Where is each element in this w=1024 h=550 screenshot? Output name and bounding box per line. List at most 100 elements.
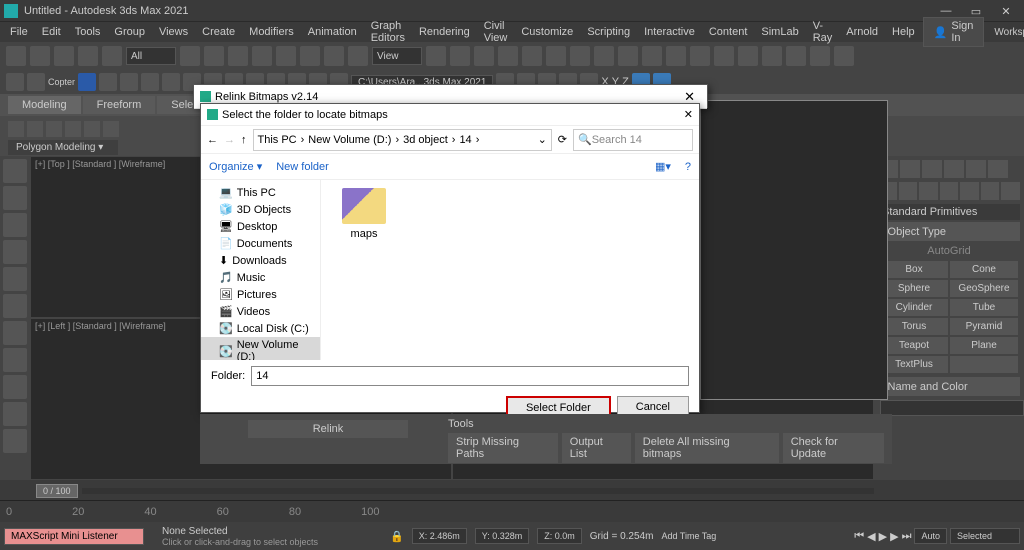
minimize-button[interactable]: — xyxy=(940,5,952,17)
name-color-rollout[interactable]: ▸ Name and Color xyxy=(878,377,1020,396)
check-update-button[interactable]: Check for Update xyxy=(783,433,884,463)
tree-item[interactable]: 💻 This PC xyxy=(201,184,320,201)
time-slider-knob[interactable]: 0 / 100 xyxy=(36,484,78,498)
save-icon[interactable] xyxy=(27,73,45,91)
tree-item[interactable]: 🎬 Videos xyxy=(201,303,320,320)
select-name-icon[interactable] xyxy=(204,46,224,66)
prev-frame-icon[interactable]: ◀ xyxy=(867,530,875,543)
primitives-dropdown[interactable]: Standard Primitives xyxy=(878,204,1020,220)
tree-item[interactable]: 💽 Local Disk (C:) xyxy=(201,320,320,337)
render-setup-icon[interactable] xyxy=(762,46,782,66)
pyramid-button[interactable]: Pyramid xyxy=(950,318,1018,335)
ribbon-tab-modeling[interactable]: Modeling xyxy=(8,96,81,114)
undo-icon[interactable] xyxy=(6,46,26,66)
lights-icon[interactable] xyxy=(919,182,938,200)
left-tool-icon[interactable] xyxy=(3,186,27,210)
menu-graph-editors[interactable]: Graph Editors xyxy=(365,18,411,46)
menu-content[interactable]: Content xyxy=(703,24,754,40)
coord-y[interactable]: Y: 0.328m xyxy=(475,528,530,544)
manipulate-icon[interactable] xyxy=(450,46,470,66)
organize-menu[interactable]: Organize ▾ xyxy=(209,160,262,173)
menu-vray[interactable]: V-Ray xyxy=(807,18,839,46)
spinner-snap-icon[interactable] xyxy=(546,46,566,66)
link-icon[interactable] xyxy=(54,46,74,66)
open-icon[interactable] xyxy=(6,73,24,91)
close-icon[interactable]: ✕ xyxy=(684,108,693,121)
time-slider-track[interactable] xyxy=(82,488,874,494)
left-tool-icon[interactable] xyxy=(3,267,27,291)
percent-snap-icon[interactable] xyxy=(522,46,542,66)
ref-coord-system[interactable]: View xyxy=(372,47,422,65)
redo-icon[interactable] xyxy=(30,46,50,66)
named-selection-icon[interactable] xyxy=(570,46,590,66)
relink-button[interactable]: Relink xyxy=(248,420,408,438)
sign-in-button[interactable]: 👤Sign In xyxy=(923,17,985,47)
unlink-icon[interactable] xyxy=(78,46,98,66)
maximize-button[interactable]: ▭ xyxy=(970,5,982,17)
menu-scripting[interactable]: Scripting xyxy=(581,24,636,40)
autogrid-checkbox[interactable]: AutoGrid xyxy=(878,243,1020,259)
mirror-icon[interactable] xyxy=(594,46,614,66)
menu-group[interactable]: Group xyxy=(108,24,151,40)
output-list-button[interactable]: Output List xyxy=(562,433,631,463)
nav-back-icon[interactable]: ← xyxy=(207,134,218,146)
strip-missing-button[interactable]: Strip Missing Paths xyxy=(448,433,558,463)
tool-icon-2[interactable] xyxy=(120,73,138,91)
breadcrumb[interactable]: This PC › New Volume (D:) › 3d object › … xyxy=(253,129,552,151)
tree-item[interactable]: 🧊 3D Objects xyxy=(201,201,320,218)
tree-item[interactable]: 🖼 Pictures xyxy=(201,286,320,303)
left-tool-icon[interactable] xyxy=(3,375,27,399)
menu-edit[interactable]: Edit xyxy=(36,24,67,40)
crumb-item[interactable]: New Volume (D:) xyxy=(308,134,391,146)
modify-panel-tab[interactable] xyxy=(900,160,920,178)
left-tool-icon[interactable] xyxy=(3,159,27,183)
coord-z[interactable]: Z: 0.0m xyxy=(537,528,582,544)
textplus-button[interactable]: TextPlus xyxy=(880,356,948,373)
play-icon[interactable]: ▶ xyxy=(879,530,887,543)
folder-field-input[interactable] xyxy=(251,366,689,386)
angle-snap-icon[interactable] xyxy=(498,46,518,66)
sub-icon[interactable] xyxy=(46,121,62,137)
teapot-icon[interactable] xyxy=(834,46,854,66)
sub-icon[interactable] xyxy=(84,121,100,137)
left-tool-icon[interactable] xyxy=(3,402,27,426)
tool-icon-3[interactable] xyxy=(141,73,159,91)
new-folder-button[interactable]: New folder xyxy=(276,161,329,173)
file-list[interactable]: maps xyxy=(321,180,699,360)
left-tool-icon[interactable] xyxy=(3,429,27,453)
plane-button[interactable]: Plane xyxy=(950,337,1018,354)
sphere-button[interactable]: Sphere xyxy=(880,280,948,297)
pivot-icon[interactable] xyxy=(426,46,446,66)
menu-help[interactable]: Help xyxy=(886,24,921,40)
cameras-icon[interactable] xyxy=(940,182,959,200)
sub-icon[interactable] xyxy=(65,121,81,137)
menu-simlab[interactable]: SimLab xyxy=(755,24,804,40)
cone-button[interactable]: Cone xyxy=(950,261,1018,278)
tool-icon[interactable] xyxy=(99,73,117,91)
select-region-icon[interactable] xyxy=(228,46,248,66)
left-tool-icon[interactable] xyxy=(3,240,27,264)
tool-icon-4[interactable] xyxy=(162,73,180,91)
lock-icon[interactable]: 🔒 xyxy=(390,530,404,543)
viewport-label[interactable]: [+] [Left ] [Standard ] [Wireframe] xyxy=(35,321,166,331)
menu-tools[interactable]: Tools xyxy=(69,24,107,40)
view-options-icon[interactable]: ▦▾ xyxy=(655,160,671,173)
menu-civil-view[interactable]: Civil View xyxy=(478,18,514,46)
crumb-item[interactable]: 14 xyxy=(459,134,471,146)
select-icon[interactable] xyxy=(180,46,200,66)
timeline-ruler[interactable]: 0 20 40 60 80 100 xyxy=(0,500,1024,522)
menu-create[interactable]: Create xyxy=(196,24,241,40)
torus-button[interactable]: Torus xyxy=(880,318,948,335)
sub-icon[interactable] xyxy=(27,121,43,137)
auto-key-button[interactable]: Auto xyxy=(914,528,947,544)
menu-rendering[interactable]: Rendering xyxy=(413,24,476,40)
menu-arnold[interactable]: Arnold xyxy=(840,24,884,40)
layer-explorer-icon[interactable] xyxy=(642,46,662,66)
motion-panel-tab[interactable] xyxy=(944,160,964,178)
coord-x[interactable]: X: 2.486m xyxy=(412,528,467,544)
geosphere-button[interactable]: GeoSphere xyxy=(950,280,1018,297)
spacewarps-icon[interactable] xyxy=(981,182,1000,200)
rotate-icon[interactable] xyxy=(300,46,320,66)
folder-item[interactable]: maps xyxy=(329,188,399,240)
align-icon[interactable] xyxy=(618,46,638,66)
